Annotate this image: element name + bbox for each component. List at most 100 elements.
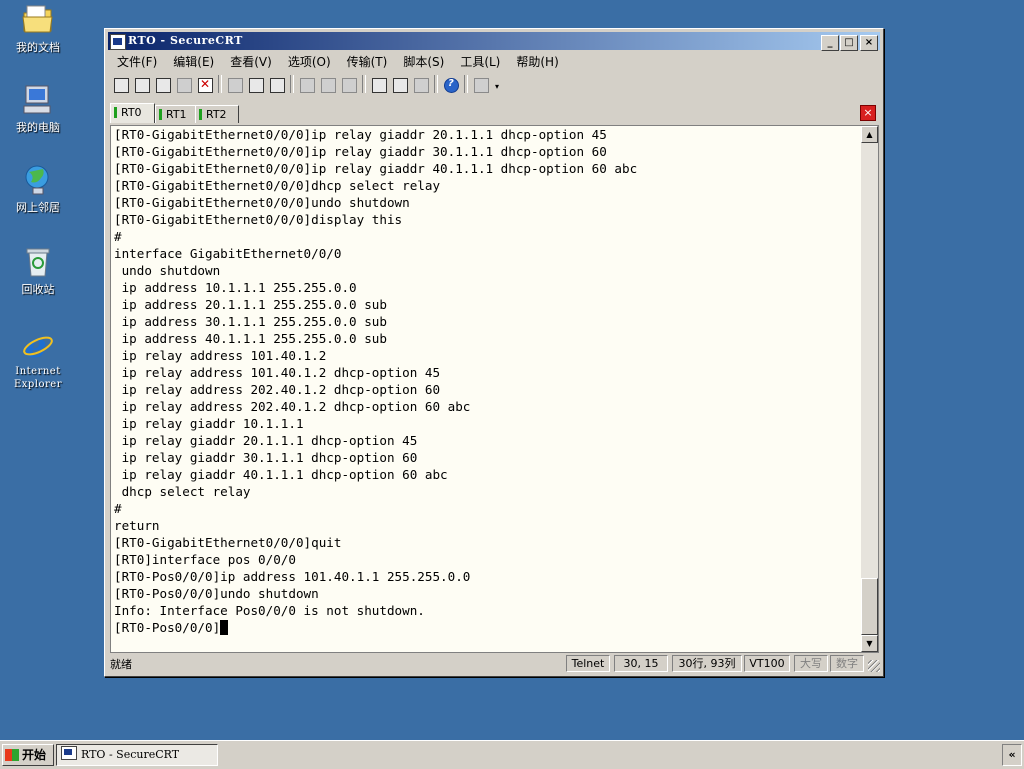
app-icon bbox=[110, 34, 126, 50]
menu-help[interactable]: 帮助(H) bbox=[507, 51, 565, 70]
print-selection-icon[interactable] bbox=[318, 75, 337, 94]
session-options-icon[interactable] bbox=[369, 75, 388, 94]
connected-status-icon bbox=[159, 109, 162, 120]
terminal-line: [RT0]interface pos 0/0/0 bbox=[114, 552, 296, 567]
taskbar-item-securecrt[interactable]: RTO - SecureCRT bbox=[56, 744, 218, 766]
menu-tools[interactable]: 工具(L) bbox=[451, 51, 507, 70]
terminal-line: ip relay address 101.40.1.2 bbox=[121, 348, 327, 363]
tray-expand-button[interactable]: « bbox=[1002, 744, 1022, 766]
terminal-line: [RT0-GigabitEthernet0/0/0]display this bbox=[114, 212, 403, 227]
terminal-line: ip address 20.1.1.1 255.255.0.0 sub bbox=[121, 297, 387, 312]
terminal-line: return bbox=[114, 518, 160, 533]
resize-grip[interactable] bbox=[868, 660, 880, 672]
terminal-line: [RT0-GigabitEthernet0/0/0]undo shutdown bbox=[114, 195, 410, 210]
folder-icon bbox=[21, 4, 55, 38]
terminal-line: [RT0-GigabitEthernet0/0/0]ip relay giadd… bbox=[114, 127, 607, 142]
copy-icon[interactable] bbox=[225, 75, 244, 94]
status-ready: 就绪 bbox=[110, 658, 132, 671]
toolbar-separator bbox=[290, 75, 294, 93]
menu-edit[interactable]: 编辑(E) bbox=[164, 51, 221, 70]
tab-label: RT1 bbox=[166, 108, 187, 121]
desktop-icon-network[interactable]: 网上邻居 bbox=[6, 164, 70, 214]
terminal-line: ip address 10.1.1.1 255.255.0.0 bbox=[121, 280, 357, 295]
menu-options[interactable]: 选项(O) bbox=[279, 51, 338, 70]
terminal-line: ip relay giaddr 10.1.1.1 bbox=[121, 416, 304, 431]
toolbar-overflow-icon[interactable]: ▾ bbox=[492, 74, 502, 94]
scroll-down-button[interactable]: ▼ bbox=[861, 635, 878, 652]
title-bar[interactable]: RTO - SecureCRT _ □ × bbox=[108, 32, 880, 51]
taskbar-item-label: RTO - SecureCRT bbox=[81, 748, 180, 761]
desktop-icon-label: 网上邻居 bbox=[16, 201, 60, 214]
tab-rt1[interactable]: RT1 bbox=[155, 105, 199, 123]
vertical-scrollbar[interactable]: ▲ ▼ bbox=[861, 125, 879, 653]
connect-icon[interactable] bbox=[111, 75, 130, 94]
app-icon bbox=[61, 746, 77, 760]
toolbar-separator bbox=[434, 75, 438, 93]
desktop-icon-label: 回收站 bbox=[21, 283, 55, 296]
menu-script[interactable]: 脚本(S) bbox=[394, 51, 451, 70]
menu-view[interactable]: 查看(V) bbox=[221, 51, 279, 70]
terminal-line: ip relay address 202.40.1.2 dhcp-option … bbox=[121, 399, 471, 414]
scroll-up-button[interactable]: ▲ bbox=[861, 126, 878, 143]
help-icon[interactable] bbox=[441, 75, 460, 94]
start-button[interactable]: 开始 bbox=[2, 744, 54, 766]
scroll-thumb[interactable] bbox=[861, 578, 878, 635]
minimize-button[interactable]: _ bbox=[821, 35, 839, 51]
disconnect-icon[interactable] bbox=[195, 75, 214, 94]
terminal-output[interactable]: [RT0-GigabitEthernet0/0/0]ip relay giadd… bbox=[110, 125, 865, 653]
status-caps-lock: 大写 bbox=[794, 655, 828, 672]
toolbar: ▾ bbox=[111, 74, 877, 98]
network-globe-icon bbox=[21, 164, 55, 198]
status-bar: 就绪 Telnet 30, 15 30行, 93列 VT100 大写 数字 bbox=[108, 654, 880, 672]
terminal-line: # bbox=[114, 229, 122, 244]
terminal-line: ip relay address 101.40.1.2 dhcp-option … bbox=[121, 365, 441, 380]
terminal-line: [RT0-Pos0/0/0]undo shutdown bbox=[114, 586, 319, 601]
terminal-line: ip relay giaddr 30.1.1.1 dhcp-option 60 bbox=[121, 450, 418, 465]
sftp-icon[interactable] bbox=[471, 75, 490, 94]
terminal-cursor bbox=[220, 620, 229, 635]
start-label: 开始 bbox=[22, 748, 47, 762]
tab-label: RT2 bbox=[206, 108, 227, 121]
taskbar: 开始 RTO - SecureCRT « bbox=[0, 740, 1024, 769]
close-tab-icon[interactable]: × bbox=[860, 105, 876, 121]
tab-rt0[interactable]: RT0 bbox=[110, 103, 155, 123]
toolbar-separator bbox=[464, 75, 468, 93]
status-rows-cols: 30行, 93列 bbox=[672, 655, 742, 672]
terminal-line: [RT0-GigabitEthernet0/0/0]ip relay giadd… bbox=[114, 144, 607, 159]
desktop-icon-my-computer[interactable]: 我的电脑 bbox=[6, 84, 70, 134]
terminal-line: ip relay address 202.40.1.2 dhcp-option … bbox=[121, 382, 441, 397]
tab-label: RT0 bbox=[121, 106, 142, 119]
quick-connect-icon[interactable] bbox=[132, 75, 151, 94]
close-button[interactable]: × bbox=[860, 35, 878, 51]
terminal-prompt: [RT0-Pos0/0/0] bbox=[114, 620, 221, 635]
terminal-line: [RT0-GigabitEthernet0/0/0]dhcp select re… bbox=[114, 178, 441, 193]
desktop-icon-recycle-bin[interactable]: 回收站 bbox=[6, 246, 70, 296]
terminal-line: ip address 40.1.1.1 255.255.0.0 sub bbox=[121, 331, 387, 346]
find-icon[interactable] bbox=[267, 75, 286, 94]
connect-in-tab-icon[interactable] bbox=[153, 75, 172, 94]
window-title: RTO - SecureCRT bbox=[128, 34, 243, 47]
terminal-line: undo shutdown bbox=[121, 263, 221, 278]
terminal-line: ip relay giaddr 40.1.1.1 dhcp-option 60 … bbox=[121, 467, 448, 482]
printer-icon[interactable] bbox=[339, 75, 358, 94]
maximize-button[interactable]: □ bbox=[840, 35, 858, 51]
menu-transfer[interactable]: 传输(T) bbox=[338, 51, 395, 70]
toolbar-separator bbox=[362, 75, 366, 93]
terminal-line: dhcp select relay bbox=[121, 484, 251, 499]
securecrt-window: RTO - SecureCRT _ □ × 文件(F) 编辑(E) 查看(V) 选项(O)… bbox=[104, 28, 884, 677]
terminal-line: # bbox=[114, 501, 122, 516]
desktop-icon-my-documents[interactable]: 我的文档 bbox=[6, 4, 70, 54]
reconnect-icon[interactable] bbox=[174, 75, 193, 94]
print-icon[interactable] bbox=[297, 75, 316, 94]
desktop-icon-internet-explorer[interactable]: e Internet Explorer bbox=[6, 326, 70, 391]
desktop-icon-label: 我的文档 bbox=[16, 41, 60, 54]
menu-bar: 文件(F) 编辑(E) 查看(V) 选项(O) 传输(T) 脚本(S) 工具(L) 帮助(H) bbox=[108, 51, 880, 71]
terminal-line: interface GigabitEthernet0/0/0 bbox=[114, 246, 342, 261]
global-options-icon[interactable] bbox=[390, 75, 409, 94]
terminal-lines: [RT0-GigabitEthernet0/0/0]ip relay giadd… bbox=[111, 126, 865, 619]
paste-icon[interactable] bbox=[246, 75, 265, 94]
tab-rt2[interactable]: RT2 bbox=[195, 105, 239, 123]
menu-file[interactable]: 文件(F) bbox=[108, 51, 164, 70]
recycle-bin-icon bbox=[21, 246, 55, 280]
key-icon[interactable] bbox=[411, 75, 430, 94]
